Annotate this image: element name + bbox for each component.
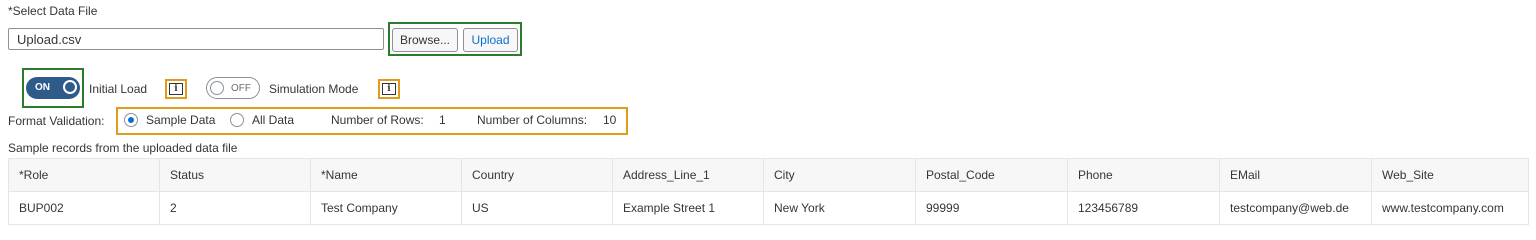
table-row: BUP002 2 Test Company US Example Street … [8, 191, 1529, 225]
format-validation-label: Format Validation: [8, 114, 105, 128]
initial-load-label: Initial Load [89, 82, 148, 96]
info-icon[interactable]: i [382, 83, 396, 95]
column-header: Phone [1067, 158, 1220, 192]
sample-records-table: *Role Status *Name Country Address_Line_… [8, 158, 1529, 225]
columns-count-label: Number of Columns: [477, 113, 588, 127]
rows-count-label: Number of Rows: [331, 113, 424, 127]
initial-load-info-highlight: i [165, 79, 187, 99]
simulation-mode-label: Simulation Mode [269, 82, 359, 96]
columns-count-value: 10 [603, 113, 617, 127]
table-header-row: *Role Status *Name Country Address_Line_… [8, 158, 1529, 192]
simulation-mode-switch[interactable]: OFF [206, 77, 260, 99]
table-cell: testcompany@web.de [1219, 191, 1372, 225]
all-data-radio[interactable] [230, 113, 244, 127]
switch-state-text: ON [35, 82, 50, 93]
table-cell: 99999 [915, 191, 1068, 225]
table-cell: Test Company [310, 191, 462, 225]
table-cell: 2 [159, 191, 311, 225]
column-header: Status [159, 158, 311, 192]
select-file-label: *Select Data File [8, 4, 98, 18]
column-header: *Role [8, 158, 160, 192]
table-cell: Example Street 1 [612, 191, 764, 225]
info-icon[interactable]: i [169, 83, 183, 95]
upload-button[interactable]: Upload [463, 28, 518, 52]
table-cell: US [461, 191, 613, 225]
column-header: Postal_Code [915, 158, 1068, 192]
simulation-mode-info-highlight: i [378, 79, 400, 99]
column-header: EMail [1219, 158, 1372, 192]
switch-knob [210, 81, 224, 95]
table-cell: 123456789 [1067, 191, 1220, 225]
table-cell: New York [763, 191, 916, 225]
rows-count-value: 1 [439, 113, 446, 127]
browse-button[interactable]: Browse... [392, 28, 458, 52]
column-header: City [763, 158, 916, 192]
column-header: *Name [310, 158, 462, 192]
initial-load-switch[interactable]: ON [26, 77, 80, 99]
column-header: Web_Site [1371, 158, 1529, 192]
column-header: Country [461, 158, 613, 192]
file-path-input[interactable] [8, 28, 384, 50]
sample-data-label[interactable]: Sample Data [146, 113, 215, 127]
table-cell: BUP002 [8, 191, 160, 225]
sample-data-radio[interactable] [124, 113, 138, 127]
switch-state-text: OFF [231, 83, 251, 94]
sample-records-caption: Sample records from the uploaded data fi… [8, 141, 238, 155]
table-cell: www.testcompany.com [1371, 191, 1529, 225]
switch-knob [63, 80, 77, 94]
upload-panel: *Select Data File Browse... Upload ON In… [0, 0, 1536, 238]
all-data-label[interactable]: All Data [252, 113, 294, 127]
column-header: Address_Line_1 [612, 158, 764, 192]
